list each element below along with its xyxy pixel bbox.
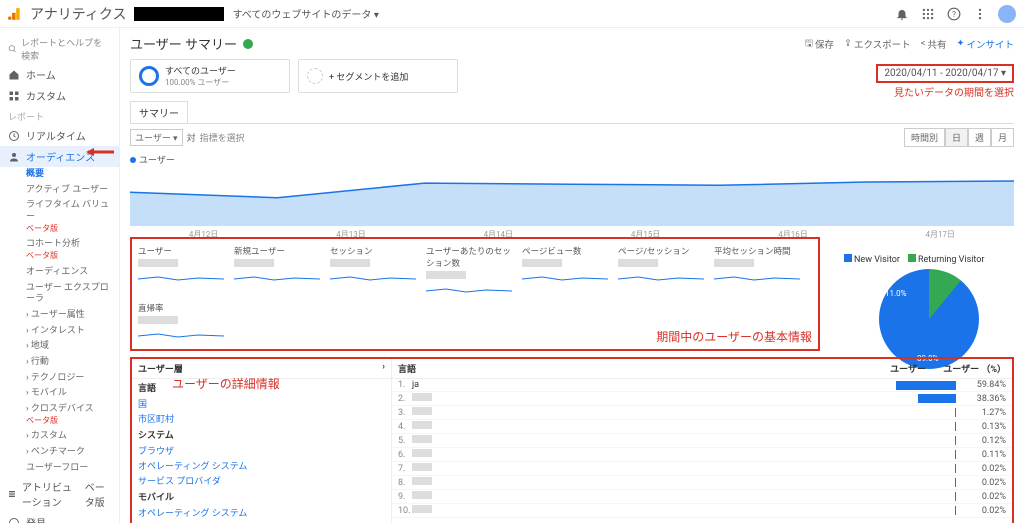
nav-overview[interactable]: 概要 xyxy=(0,167,119,183)
content-area: ユーザー サマリー 🖫 保存 ⇪ エクスポート < 共有 ✦ インサイト すべて… xyxy=(120,28,1024,523)
metric-card[interactable]: ユーザーあたりのセッション数 xyxy=(424,243,520,300)
verify-check-icon xyxy=(243,39,253,49)
nav-audience[interactable]: オーディエンス xyxy=(0,146,119,167)
link-os[interactable]: オペレーティング システム xyxy=(132,458,391,473)
table-row[interactable]: 8.0.02% xyxy=(392,476,1012,490)
metric-card[interactable]: ユーザー xyxy=(136,243,232,300)
time-month[interactable]: 月 xyxy=(991,128,1014,147)
metric-card[interactable]: セッション xyxy=(328,243,424,300)
detail-annotation: ユーザーの詳細情報 xyxy=(172,375,280,392)
table-row[interactable]: 1.ja59.84% xyxy=(392,379,1012,392)
nav-active-users[interactable]: アクティブ ユーザー xyxy=(0,183,119,199)
link-city[interactable]: 市区町村 xyxy=(132,411,391,426)
table-row[interactable]: 6.0.11% xyxy=(392,448,1012,462)
time-hourly[interactable]: 時間別 xyxy=(904,128,945,147)
nav-behavior[interactable]: › 行動 xyxy=(0,355,119,371)
tab-summary[interactable]: サマリー xyxy=(130,101,188,123)
date-annotation: 見たいデータの期間を選択 xyxy=(894,84,1014,99)
nav-mobile[interactable]: › モバイル xyxy=(0,386,119,402)
line-chart: ユーザー 4月12日4月13日4月14日4月15日4月16日4月17日 xyxy=(130,153,1014,231)
arrow-annotation-icon xyxy=(86,146,116,158)
table-row[interactable]: 4.0.13% xyxy=(392,420,1012,434)
nav-discover[interactable]: 発見 xyxy=(0,512,119,523)
notifications-icon[interactable] xyxy=(894,6,910,22)
nav-home[interactable]: ホーム xyxy=(0,64,119,85)
nav-technology[interactable]: › テクノロジー xyxy=(0,371,119,387)
nav-user-explorer[interactable]: ユーザー エクスプローラ xyxy=(0,281,119,308)
link-browser[interactable]: ブラウザ xyxy=(132,443,391,458)
svg-text:?: ? xyxy=(952,8,956,18)
detail-box: ユーザー層 › 言語 国 市区町村 システム ブラウザ オペレーティング システム… xyxy=(130,357,1014,523)
app-header: アナリティクス すべてのウェブサイトのデータ ▾ ? xyxy=(0,0,1024,28)
sidebar: レポートとヘルプを検索 ホーム カスタム レポート リアルタイム オーディエンス… xyxy=(0,28,120,523)
apps-icon[interactable] xyxy=(920,6,936,22)
view-selector[interactable]: すべてのウェブサイトのデータ ▾ xyxy=(232,6,378,21)
table-row[interactable]: 7.0.02% xyxy=(392,462,1012,476)
nav-user-flow[interactable]: ユーザーフロー xyxy=(0,461,119,477)
metric-card[interactable]: 平均セッション時間 xyxy=(712,243,808,300)
detail-left-header: ユーザー層 xyxy=(138,362,183,375)
export-button[interactable]: ⇪ エクスポート xyxy=(844,36,911,52)
nav-lifetime-value[interactable]: ライフタイム バリューベータ版 xyxy=(0,198,119,237)
col-language: 言語 xyxy=(398,362,866,375)
table-row[interactable]: 5.0.12% xyxy=(392,434,1012,448)
table-row[interactable]: 3.1.27% xyxy=(392,406,1012,420)
metric-dropdown[interactable]: ユーザー ▾ xyxy=(130,129,183,146)
help-icon[interactable]: ? xyxy=(946,6,962,22)
select-metric[interactable]: 指標を選択 xyxy=(200,131,245,144)
nav-custom[interactable]: カスタム xyxy=(0,85,119,106)
time-day[interactable]: 日 xyxy=(945,128,968,147)
metrics-summary-box: ユーザー新規ユーザーセッションユーザーあたりのセッション数ページビュー数ページ/… xyxy=(130,237,820,351)
date-range-picker[interactable]: 2020/04/11 - 2020/04/17 ▾ xyxy=(876,64,1014,83)
table-row[interactable]: 10.0.02% xyxy=(392,504,1012,518)
search-input[interactable]: レポートとヘルプを検索 xyxy=(0,34,119,64)
more-icon[interactable] xyxy=(972,6,988,22)
page-title: ユーザー サマリー xyxy=(130,34,237,53)
sec-system: システム xyxy=(132,426,391,443)
table-row[interactable]: 2.38.36% xyxy=(392,392,1012,406)
nav-user-attr[interactable]: › ユーザー属性 xyxy=(0,308,119,324)
col-user: ユーザー xyxy=(866,362,926,375)
link-os2[interactable]: オペレーティング システム xyxy=(132,505,391,520)
link-sp[interactable]: サービス プロバイダ xyxy=(132,473,391,488)
save-button[interactable]: 🖫 保存 xyxy=(805,36,834,52)
table-row[interactable]: 9.0.02% xyxy=(392,490,1012,504)
segment-all-users[interactable]: すべてのユーザー100.00% ユーザー xyxy=(130,59,290,93)
app-title: アナリティクス xyxy=(30,4,126,24)
metric-card[interactable]: ページビュー数 xyxy=(520,243,616,300)
ga-logo-icon xyxy=(8,7,22,21)
account-redacted xyxy=(134,7,224,21)
vs-label: 対 xyxy=(187,131,196,144)
share-button[interactable]: < 共有 xyxy=(921,36,947,52)
nav-audiences[interactable]: オーディエンス xyxy=(0,265,119,281)
avatar[interactable] xyxy=(998,5,1016,23)
pie-chart: New Visitor Returning Visitor 11.0% 89.0… xyxy=(844,254,1014,369)
nav-interest[interactable]: › インタレスト xyxy=(0,324,119,340)
nav-section-reports: レポート xyxy=(0,106,119,125)
nav-cohort[interactable]: コホート分析ベータ版 xyxy=(0,237,119,264)
metric-card[interactable]: 新規ユーザー xyxy=(232,243,328,300)
nav-cross-device[interactable]: › クロスデバイスベータ版 xyxy=(0,402,119,429)
nav-realtime[interactable]: リアルタイム xyxy=(0,125,119,146)
add-segment-button[interactable]: + セグメントを追加 xyxy=(298,59,458,93)
link-country[interactable]: 国 xyxy=(132,396,391,411)
metric-card[interactable]: 直帰率 xyxy=(136,300,232,345)
metrics-annotation: 期間中のユーザーの基本情報 xyxy=(656,328,812,345)
metric-card[interactable]: ページ/セッション xyxy=(616,243,712,300)
nav-custom2[interactable]: › カスタム xyxy=(0,429,119,445)
time-week[interactable]: 週 xyxy=(968,128,991,147)
sec-mobile: モバイル xyxy=(132,488,391,505)
col-percent: ユーザー （%） xyxy=(926,362,1006,375)
insights-button[interactable]: ✦ インサイト xyxy=(957,36,1014,52)
nav-geo[interactable]: › 地域 xyxy=(0,339,119,355)
nav-attribution[interactable]: アトリビューションベータ版 xyxy=(0,476,119,512)
chevron-right-icon: › xyxy=(382,362,385,375)
nav-benchmark[interactable]: › ベンチマーク xyxy=(0,445,119,461)
